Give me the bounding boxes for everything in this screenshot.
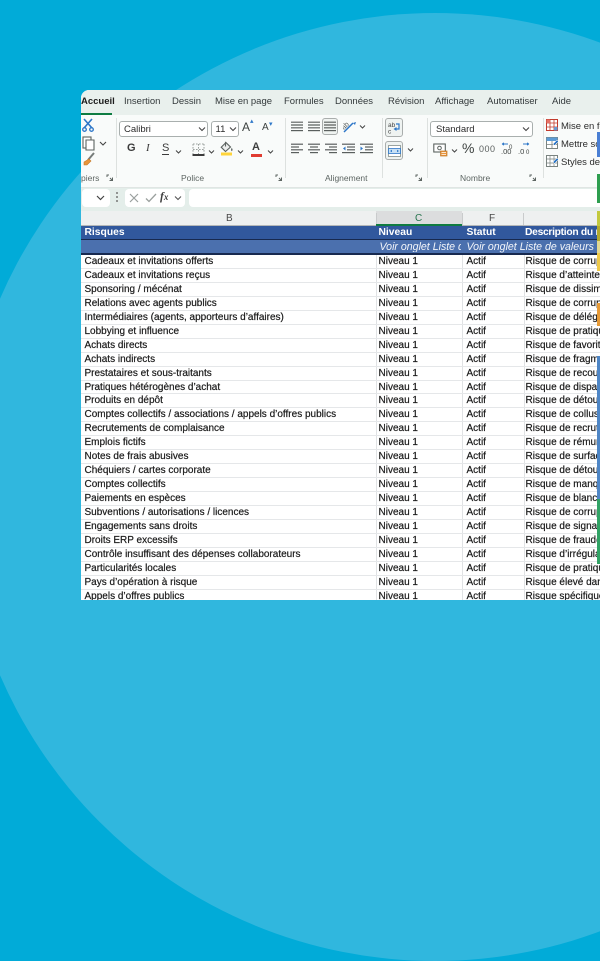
svg-text:c: c	[388, 129, 392, 135]
svg-text:.0: .0	[518, 147, 524, 156]
svg-text:0: 0	[526, 150, 530, 156]
svg-text:0: 0	[509, 145, 513, 151]
